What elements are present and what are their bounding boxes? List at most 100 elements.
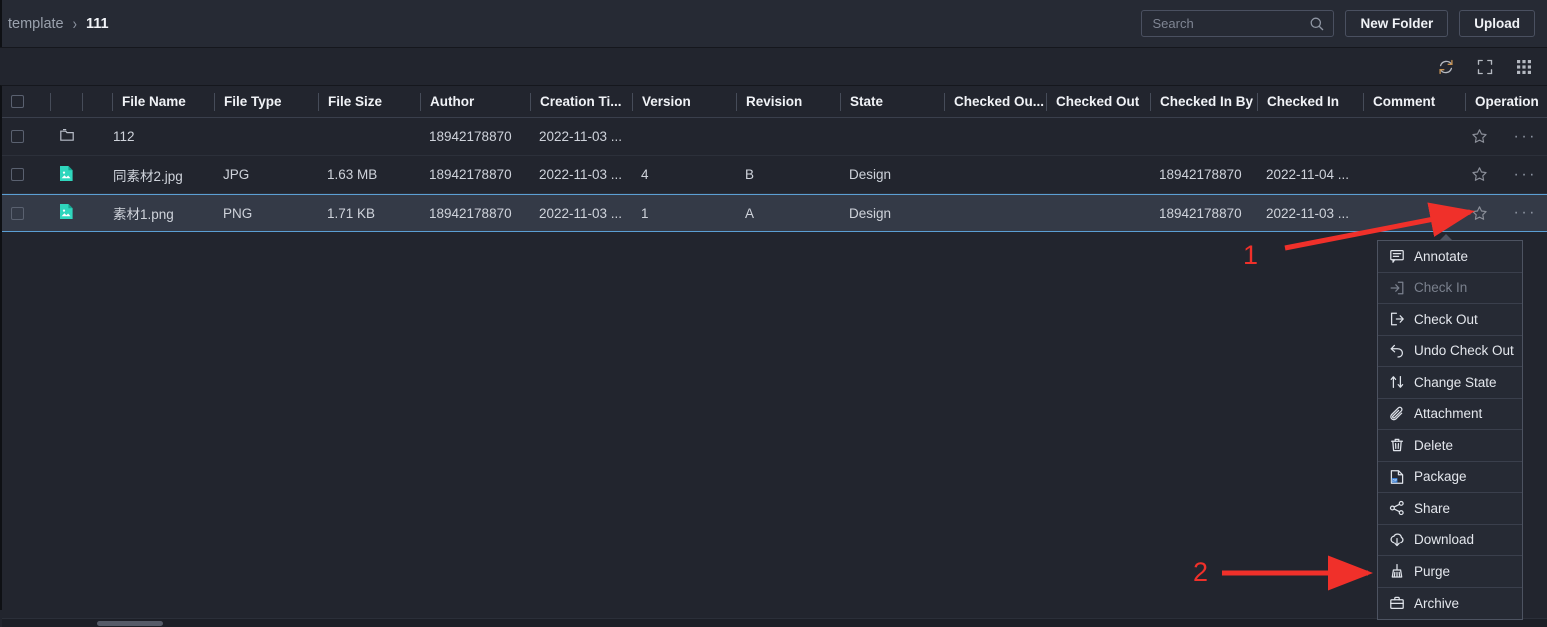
- context-menu-item-check-out[interactable]: Check Out: [1378, 304, 1522, 336]
- cell-revision: [736, 118, 840, 156]
- context-menu-item-archive[interactable]: Archive: [1378, 588, 1522, 620]
- upload-button[interactable]: Upload: [1459, 10, 1535, 37]
- context-menu-item-delete[interactable]: Delete: [1378, 430, 1522, 462]
- select-all-checkbox[interactable]: [11, 95, 24, 108]
- cell-state: Design: [849, 167, 892, 182]
- image-file-icon: [59, 203, 74, 223]
- file-name-label[interactable]: 112: [113, 129, 135, 144]
- change-state-icon: [1389, 374, 1405, 390]
- cell-creation_time: 2022-11-03 ...: [539, 167, 623, 182]
- cell-col_b: [50, 118, 82, 156]
- grid-view-icon[interactable]: [1515, 58, 1533, 76]
- context-menu-item-label: Delete: [1414, 437, 1454, 453]
- cell-state: Design: [849, 205, 892, 221]
- cell-comment: [1363, 156, 1465, 194]
- cell-file_name: 112: [104, 118, 214, 156]
- breadcrumb-root[interactable]: template: [8, 16, 64, 32]
- file-manager-app: template › 111 New Folder Upload: [0, 0, 1547, 627]
- table-header-checked_in[interactable]: Checked In: [1257, 92, 1363, 111]
- row-more-options-button[interactable]: ···: [1514, 128, 1537, 144]
- table-header-file_size[interactable]: File Size: [318, 92, 420, 111]
- horizontal-scrollbar[interactable]: [2, 618, 1547, 627]
- favorite-star-icon[interactable]: [1471, 166, 1488, 183]
- annotate-icon: [1389, 248, 1405, 264]
- check-out-icon: [1389, 311, 1405, 327]
- table-toolbar: [0, 49, 1547, 85]
- context-menu-item-share[interactable]: Share: [1378, 493, 1522, 525]
- cell-file_size: [318, 118, 420, 156]
- cell-checked_out_by: [944, 156, 1046, 194]
- new-folder-button[interactable]: New Folder: [1345, 10, 1449, 37]
- table-header-checkbox[interactable]: [2, 93, 50, 111]
- table-bottom-strip: [0, 610, 1547, 618]
- cell-checked_in_by: 18942178870: [1159, 167, 1242, 182]
- fullscreen-icon[interactable]: [1476, 58, 1494, 76]
- cell-checked_out_by: [944, 118, 1046, 156]
- table-header-checked_in_by[interactable]: Checked In By: [1150, 92, 1257, 111]
- table-header-revision[interactable]: Revision: [736, 92, 840, 111]
- cell-checkbox: [2, 194, 50, 232]
- cell-version: 4: [641, 167, 649, 182]
- context-menu-item-label: Change State: [1414, 374, 1497, 390]
- context-menu-item-attachment[interactable]: Attachment: [1378, 399, 1522, 430]
- table-header-checked_out[interactable]: Checked Out: [1046, 92, 1150, 111]
- table-header-state[interactable]: State: [840, 92, 944, 111]
- table-header-comment[interactable]: Comment: [1363, 92, 1465, 111]
- cell-col_b: [50, 194, 82, 232]
- table-header-file_type[interactable]: File Type: [214, 92, 318, 111]
- row-more-options-button[interactable]: ···: [1514, 205, 1537, 221]
- context-menu-caret: [1439, 234, 1453, 241]
- favorite-star-icon[interactable]: [1471, 128, 1488, 145]
- context-menu-item-label: Undo Check Out: [1414, 343, 1514, 359]
- horizontal-scrollbar-thumb[interactable]: [97, 621, 163, 626]
- cell-checkbox: [2, 156, 50, 194]
- table-header-checked_out_by[interactable]: Checked Ou...: [944, 92, 1046, 111]
- file-name-label[interactable]: 同素材2.jpg: [113, 165, 183, 185]
- table-header-operation[interactable]: Operation: [1465, 92, 1547, 111]
- cell-file_size: 1.71 KB: [327, 205, 376, 221]
- search-box[interactable]: [1141, 10, 1335, 37]
- row-select-checkbox[interactable]: [11, 206, 24, 220]
- undo-icon: [1389, 343, 1405, 359]
- search-input[interactable]: [1142, 11, 1303, 36]
- file-name-label[interactable]: 素材1.png: [113, 203, 174, 223]
- row-select-checkbox[interactable]: [11, 168, 24, 181]
- table-header-col_c[interactable]: [82, 92, 112, 111]
- table-header-col_b[interactable]: [50, 92, 82, 111]
- context-menu-item-download[interactable]: Download: [1378, 525, 1522, 556]
- favorite-star-icon[interactable]: [1471, 205, 1488, 222]
- cell-comment: [1363, 194, 1465, 232]
- cell-checked_in: [1257, 118, 1363, 156]
- context-menu-item-check-in: Check In: [1378, 273, 1522, 304]
- context-menu-item-label: Annotate: [1414, 248, 1469, 264]
- cell-creation_time: 2022-11-03 ...: [539, 129, 623, 144]
- cell-file_name: 素材1.png: [104, 194, 214, 232]
- context-menu-item-purge[interactable]: Purge: [1378, 556, 1522, 588]
- context-menu-item-undo-check-out[interactable]: Undo Check Out: [1378, 336, 1522, 367]
- cell-operation: ···: [1465, 194, 1547, 232]
- row-more-options-button[interactable]: ···: [1514, 166, 1537, 182]
- context-menu-item-annotate[interactable]: Annotate: [1378, 241, 1522, 273]
- table-row[interactable]: 112 18942178870 2022-11-03 ... ···: [2, 118, 1547, 156]
- cell-version: [632, 118, 736, 156]
- table-row[interactable]: 素材1.png PNG 1.71 KB 18942178870 2022-11-03 .…: [2, 194, 1547, 232]
- context-menu-item-change-state[interactable]: Change State: [1378, 367, 1522, 399]
- folder-icon: [59, 127, 75, 146]
- cell-revision: A: [745, 205, 755, 221]
- table-header-author[interactable]: Author: [420, 92, 530, 111]
- table-header-version[interactable]: Version: [632, 92, 736, 111]
- trash-icon: [1389, 437, 1405, 453]
- row-select-checkbox[interactable]: [11, 130, 24, 143]
- cell-file_type: [214, 118, 318, 156]
- purge-broom-icon: [1389, 563, 1405, 579]
- cell-file_name: 同素材2.jpg: [104, 156, 214, 194]
- table-row[interactable]: 同素材2.jpg JPG 1.63 MB 18942178870 2022-11-03 …: [2, 156, 1547, 194]
- refresh-icon[interactable]: [1437, 58, 1455, 76]
- cell-col_b: [50, 156, 82, 194]
- table-header-creation_time[interactable]: Creation Ti...: [530, 92, 632, 111]
- image-file-icon: [59, 165, 74, 185]
- table-header-file_name[interactable]: File Name: [112, 92, 214, 111]
- context-menu-item-package[interactable]: ZIP Package: [1378, 462, 1522, 493]
- search-icon[interactable]: [1309, 16, 1325, 32]
- context-menu-item-label: Archive: [1414, 595, 1460, 611]
